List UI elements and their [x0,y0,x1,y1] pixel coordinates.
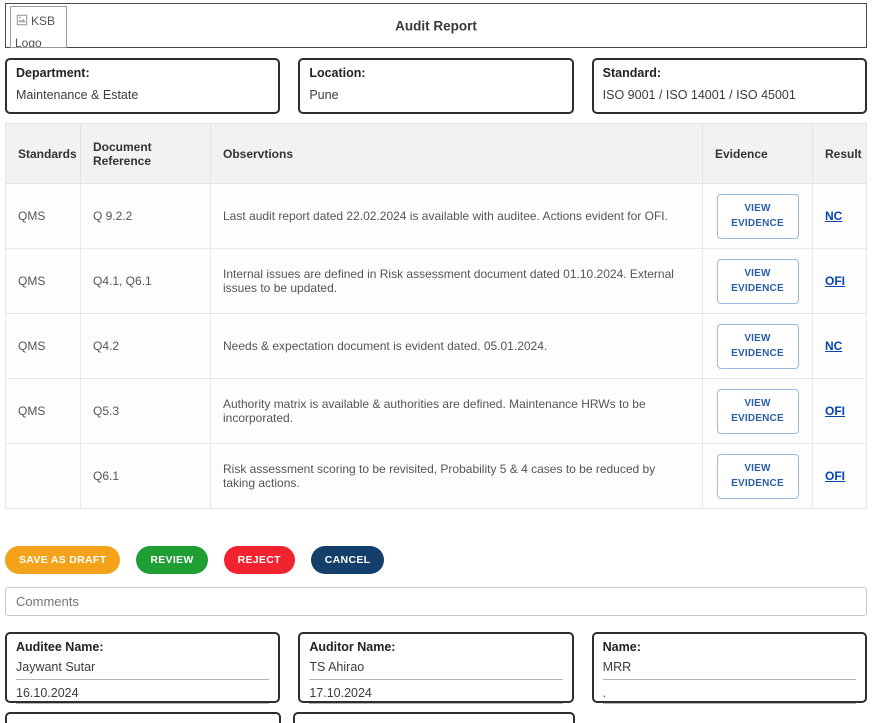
standard-value: ISO 9001 / ISO 14001 / ISO 45001 [603,88,856,102]
observation-cell: Risk assessment scoring to be revisited,… [211,444,703,509]
column-header-standards: Standards [6,124,81,184]
name-input[interactable]: MRR [603,660,856,680]
cancel-button[interactable]: CANCEL [311,546,385,574]
review-button[interactable]: REVIEW [136,546,207,574]
name-label: Name: [603,640,856,655]
observation-cell: Internal issues are defined in Risk asse… [211,249,703,314]
department-label: Department: [16,66,269,80]
result-link[interactable]: NC [825,209,842,223]
reference-cell: Q5.3 [81,379,211,444]
page-title: Audit Report [6,18,866,33]
table-header-row: Standards Document Reference Observtions… [6,124,867,184]
table-row: QMS Q5.3 Authority matrix is available &… [6,379,867,444]
evidence-cell: VIEW EVIDENCE [703,314,813,379]
reference-cell: Q4.2 [81,314,211,379]
table-row: QMS Q4.2 Needs & expectation document is… [6,314,867,379]
standard-cell: QMS [6,184,81,249]
partial-signature-box [293,712,575,723]
auditee-signature-box: Auditee Name: Jaywant Sutar 16.10.2024 [5,632,280,703]
audit-report-page: KSB Logo Audit Report Department: Mainte… [0,0,881,723]
result-link[interactable]: OFI [825,469,845,483]
location-value: Pune [309,88,562,102]
auditee-name-input[interactable]: Jaywant Sutar [16,660,269,680]
table-row: QMS Q4.1, Q6.1 Internal issues are defin… [6,249,867,314]
view-evidence-button[interactable]: VIEW EVIDENCE [717,259,799,304]
view-evidence-button[interactable]: VIEW EVIDENCE [717,194,799,239]
view-evidence-button[interactable]: VIEW EVIDENCE [717,454,799,499]
result-cell: OFI [813,379,867,444]
result-cell: NC [813,184,867,249]
actions-row: SAVE AS DRAFT REVIEW REJECT CANCEL [5,546,867,574]
observation-cell: Needs & expectation document is evident … [211,314,703,379]
result-cell: OFI [813,249,867,314]
auditor-name-label: Auditor Name: [309,640,562,655]
view-evidence-button[interactable]: VIEW EVIDENCE [717,324,799,369]
signature-row: Auditee Name: Jaywant Sutar 16.10.2024 A… [5,632,867,703]
standard-cell: QMS [6,249,81,314]
table-row: QMS Q 9.2.2 Last audit report dated 22.0… [6,184,867,249]
view-evidence-button[interactable]: VIEW EVIDENCE [717,389,799,434]
auditor-signature-box: Auditor Name: TS Ahirao 17.10.2024 [298,632,573,703]
reject-button[interactable]: REJECT [224,546,295,574]
auditor-date-input[interactable]: 17.10.2024 [309,680,562,704]
evidence-cell: VIEW EVIDENCE [703,249,813,314]
evidence-cell: VIEW EVIDENCE [703,184,813,249]
auditee-name-label: Auditee Name: [16,640,269,655]
standard-label: Standard: [603,66,856,80]
auditee-date-input[interactable]: 16.10.2024 [16,680,269,704]
partial-row [5,712,867,723]
info-row: Department: Maintenance & Estate Locatio… [5,58,867,114]
audit-table: Standards Document Reference Observtions… [5,123,867,509]
standard-field: Standard: ISO 9001 / ISO 14001 / ISO 450… [592,58,867,114]
partial-signature-box [5,712,281,723]
column-header-observations: Observtions [211,124,703,184]
reference-cell: Q4.1, Q6.1 [81,249,211,314]
table-row: Q6.1 Risk assessment scoring to be revis… [6,444,867,509]
department-value: Maintenance & Estate [16,88,269,102]
reference-cell: Q 9.2.2 [81,184,211,249]
result-cell: NC [813,314,867,379]
name-signature-box: Name: MRR . [592,632,867,703]
result-link[interactable]: OFI [825,274,845,288]
comments-input[interactable] [5,587,867,616]
standard-cell: QMS [6,314,81,379]
reference-cell: Q6.1 [81,444,211,509]
evidence-cell: VIEW EVIDENCE [703,444,813,509]
report-header: KSB Logo Audit Report [5,3,867,48]
evidence-cell: VIEW EVIDENCE [703,379,813,444]
column-header-document-reference: Document Reference [81,124,211,184]
standard-cell [6,444,81,509]
observation-cell: Last audit report dated 22.02.2024 is av… [211,184,703,249]
save-as-draft-button[interactable]: SAVE AS DRAFT [5,546,120,574]
location-label: Location: [309,66,562,80]
comments-section [5,587,867,616]
column-header-evidence: Evidence [703,124,813,184]
result-link[interactable]: NC [825,339,842,353]
observation-cell: Authority matrix is available & authorit… [211,379,703,444]
standard-cell: QMS [6,379,81,444]
result-cell: OFI [813,444,867,509]
name-date-input[interactable]: . [603,680,856,704]
result-link[interactable]: OFI [825,404,845,418]
department-field: Department: Maintenance & Estate [5,58,280,114]
column-header-result: Result [813,124,867,184]
location-field: Location: Pune [298,58,573,114]
auditor-name-input[interactable]: TS Ahirao [309,660,562,680]
